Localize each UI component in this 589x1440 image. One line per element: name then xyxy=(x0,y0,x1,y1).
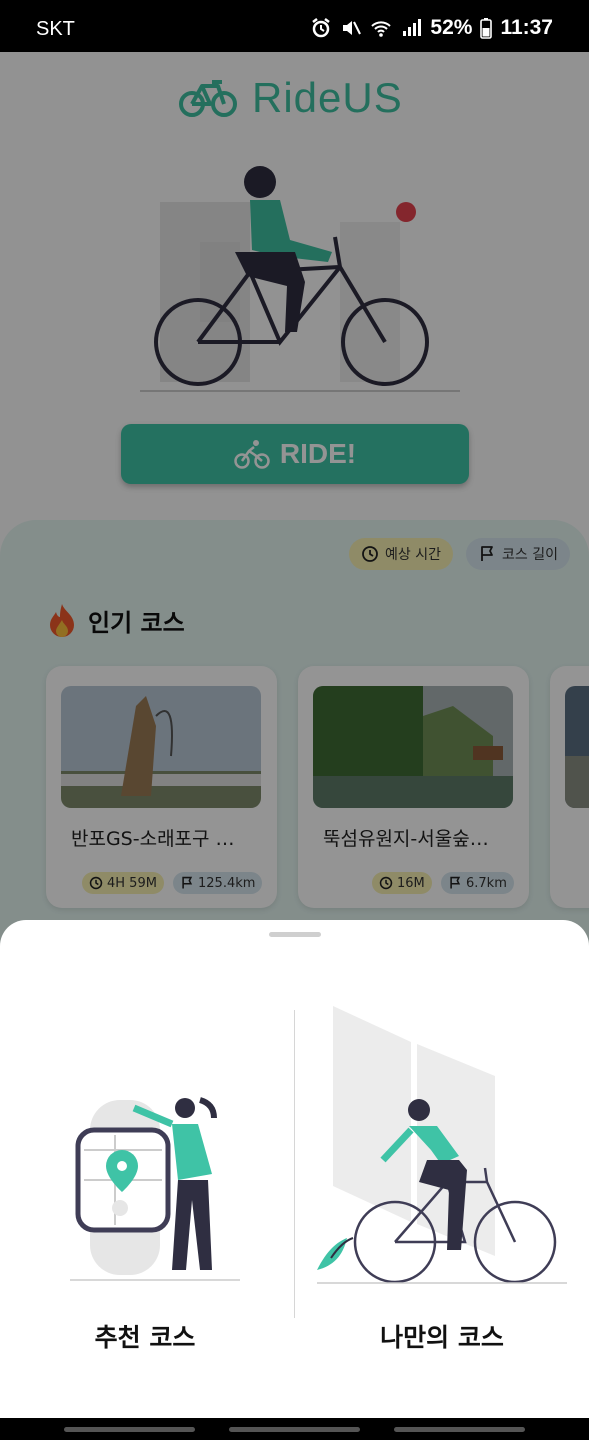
signal-icon xyxy=(403,19,422,36)
wifi-icon xyxy=(371,21,392,37)
my-course-label: 나만의 코스 xyxy=(380,1323,504,1352)
nav-back-button[interactable] xyxy=(394,1427,525,1432)
nav-recents-button[interactable] xyxy=(64,1427,195,1432)
status-icons: 52% 11:37 xyxy=(310,16,553,40)
sheet-drag-handle[interactable] xyxy=(269,932,321,937)
carrier-label: SKT xyxy=(36,18,75,40)
mute-icon xyxy=(343,21,362,35)
nav-home-button[interactable] xyxy=(229,1427,360,1432)
recommended-course-label: 추천 코스 xyxy=(94,1323,196,1352)
battery-percent: 52% xyxy=(430,16,473,39)
option-divider xyxy=(294,1010,295,1318)
alarm-icon xyxy=(312,18,331,38)
course-type-bottom-sheet: 추천 코스 나만의 코스 xyxy=(0,920,589,1418)
battery-icon xyxy=(480,18,493,39)
recommended-course-option[interactable]: 추천 코스 xyxy=(0,1000,290,1352)
system-nav-bar xyxy=(0,1418,589,1440)
my-course-option[interactable]: 나만의 코스 xyxy=(297,1000,587,1352)
bicycle-rider-illustration xyxy=(317,1006,567,1284)
smartwatch-map-illustration xyxy=(70,1097,240,1281)
home-screen: RideUS RIDE! 예상 시간 코스 길이 인기 코스 반포GS-소래포구… xyxy=(0,52,589,1418)
status-bar: SKT 52% 11:37 xyxy=(0,0,589,52)
clock: 11:37 xyxy=(500,16,553,39)
